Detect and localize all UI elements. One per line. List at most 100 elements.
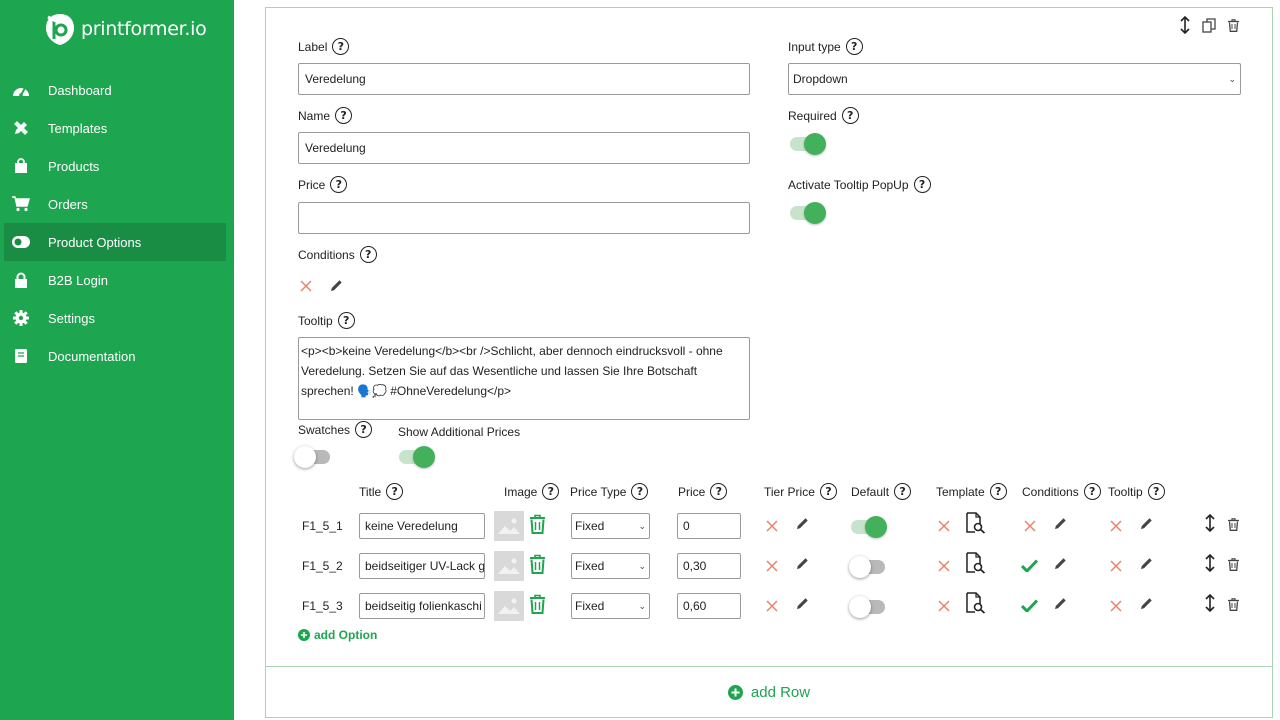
pencil-icon[interactable]	[795, 596, 810, 611]
trash-icon[interactable]	[1226, 17, 1240, 33]
trash-icon[interactable]	[1226, 516, 1240, 532]
help-icon[interactable]: ?	[841, 107, 859, 124]
tooltip-textarea[interactable]: <p><b>keine Veredelung</b><br />Schlicht…	[298, 337, 750, 420]
help-icon[interactable]: ?	[335, 107, 353, 124]
toggle-knob	[804, 202, 826, 224]
close-icon[interactable]	[299, 279, 313, 293]
add-option-button[interactable]: add Option	[298, 628, 377, 642]
pencil-icon[interactable]	[1139, 556, 1154, 571]
template-search-icon[interactable]	[966, 552, 986, 574]
logo[interactable]: printformer.io	[44, 12, 207, 46]
label-input[interactable]: Veredelung	[298, 63, 750, 95]
close-icon[interactable]	[765, 559, 779, 573]
input-type-select[interactable]: Dropdown ⌄	[788, 63, 1241, 95]
help-icon[interactable]: ?	[631, 483, 649, 500]
close-icon[interactable]	[937, 519, 951, 533]
conditions-title: Conditions	[298, 247, 355, 262]
image-placeholder-icon[interactable]	[494, 591, 524, 621]
trash-icon[interactable]	[1226, 596, 1240, 612]
close-icon[interactable]	[1109, 559, 1123, 573]
pencil-icon[interactable]	[1139, 516, 1154, 531]
help-icon[interactable]: ?	[894, 483, 912, 500]
close-icon[interactable]	[1023, 519, 1037, 533]
swatches-toggle[interactable]	[294, 446, 330, 468]
pencil-icon[interactable]	[1053, 516, 1068, 531]
sidebar-item-products[interactable]: Products	[4, 147, 226, 185]
tooltip-title: Tooltip	[298, 313, 333, 328]
help-icon[interactable]: ?	[913, 176, 931, 193]
pencil-icon[interactable]	[1053, 596, 1068, 611]
help-icon[interactable]: ?	[1147, 483, 1165, 500]
move-vertical-icon[interactable]	[1204, 514, 1216, 532]
delete-image-icon[interactable]	[529, 514, 546, 534]
help-icon[interactable]: ?	[337, 312, 355, 329]
help-icon[interactable]: ?	[542, 483, 560, 500]
option-price-input[interactable]: 0,30	[677, 553, 741, 579]
pencil-icon[interactable]	[329, 278, 344, 293]
sidebar-item-dashboard[interactable]: Dashboard	[4, 71, 226, 109]
move-vertical-icon[interactable]	[1179, 16, 1191, 34]
check-icon[interactable]	[1021, 558, 1038, 572]
move-vertical-icon[interactable]	[1204, 554, 1216, 572]
swatches-field-label: Swatches ?	[298, 421, 373, 438]
default-toggle[interactable]	[849, 596, 885, 618]
pencil-icon[interactable]	[795, 556, 810, 571]
option-title-input[interactable]: beidseitiger UV-Lack g	[359, 553, 485, 579]
pencil-icon[interactable]	[1139, 596, 1154, 611]
trash-icon[interactable]	[1226, 556, 1240, 572]
help-icon[interactable]: ?	[710, 483, 728, 500]
close-icon[interactable]	[1109, 599, 1123, 613]
copy-icon[interactable]	[1201, 17, 1217, 33]
sidebar-item-product-options[interactable]: Product Options	[4, 223, 226, 261]
sidebar-item-templates[interactable]: Templates	[4, 109, 226, 147]
help-icon[interactable]: ?	[1083, 483, 1101, 500]
required-toggle[interactable]	[790, 133, 826, 155]
close-icon[interactable]	[937, 599, 951, 613]
default-toggle[interactable]	[851, 516, 887, 538]
close-icon[interactable]	[765, 599, 779, 613]
sidebar-item-b2b-login[interactable]: B2B Login	[4, 261, 226, 299]
help-icon[interactable]: ?	[359, 246, 377, 263]
sidebar-item-orders[interactable]: Orders	[4, 185, 226, 223]
close-icon[interactable]	[765, 519, 779, 533]
price-type-select[interactable]: Fixed ⌄	[571, 593, 650, 619]
help-icon[interactable]: ?	[386, 483, 404, 500]
sidebar-item-documentation[interactable]: Documentation	[4, 337, 226, 375]
input-type-value: Dropdown	[793, 72, 848, 86]
delete-image-icon[interactable]	[529, 594, 546, 614]
price-input[interactable]	[298, 202, 750, 234]
move-vertical-icon[interactable]	[1204, 594, 1216, 612]
help-icon[interactable]: ?	[355, 421, 373, 438]
option-title-input[interactable]: keine Veredelung	[359, 513, 485, 539]
delete-image-icon[interactable]	[529, 554, 546, 574]
help-icon[interactable]: ?	[845, 38, 863, 55]
option-price-input[interactable]: 0,60	[677, 593, 741, 619]
template-search-icon[interactable]	[966, 592, 986, 614]
help-icon[interactable]: ?	[819, 483, 837, 500]
help-icon[interactable]: ?	[332, 38, 350, 55]
template-search-icon[interactable]	[966, 512, 986, 534]
show-additional-prices-toggle[interactable]	[399, 446, 435, 468]
option-title-input[interactable]: beidseitig folienkaschi	[359, 593, 485, 619]
name-input[interactable]: Veredelung	[298, 132, 750, 164]
close-icon[interactable]	[937, 559, 951, 573]
header-title: Title?	[359, 483, 404, 500]
image-placeholder-icon[interactable]	[494, 551, 524, 581]
pencil-icon[interactable]	[795, 516, 810, 531]
activate-tooltip-toggle[interactable]	[790, 202, 826, 224]
option-id: F1_5_1	[302, 519, 343, 533]
price-type-select[interactable]: Fixed ⌄	[571, 553, 650, 579]
price-type-select[interactable]: Fixed ⌄	[571, 513, 650, 539]
help-icon[interactable]: ?	[330, 176, 348, 193]
lock-icon	[12, 271, 30, 289]
check-icon[interactable]	[1021, 598, 1038, 612]
sidebar-item-settings[interactable]: Settings	[4, 299, 226, 337]
default-toggle[interactable]	[849, 556, 885, 578]
pencil-icon[interactable]	[1053, 556, 1068, 571]
option-price-input[interactable]: 0	[677, 513, 741, 539]
help-icon[interactable]: ?	[989, 483, 1007, 500]
close-icon[interactable]	[1109, 519, 1123, 533]
add-row-button[interactable]: add Row	[265, 666, 1273, 718]
sidebar-item-label: Products	[48, 158, 100, 174]
image-placeholder-icon[interactable]	[494, 511, 524, 541]
